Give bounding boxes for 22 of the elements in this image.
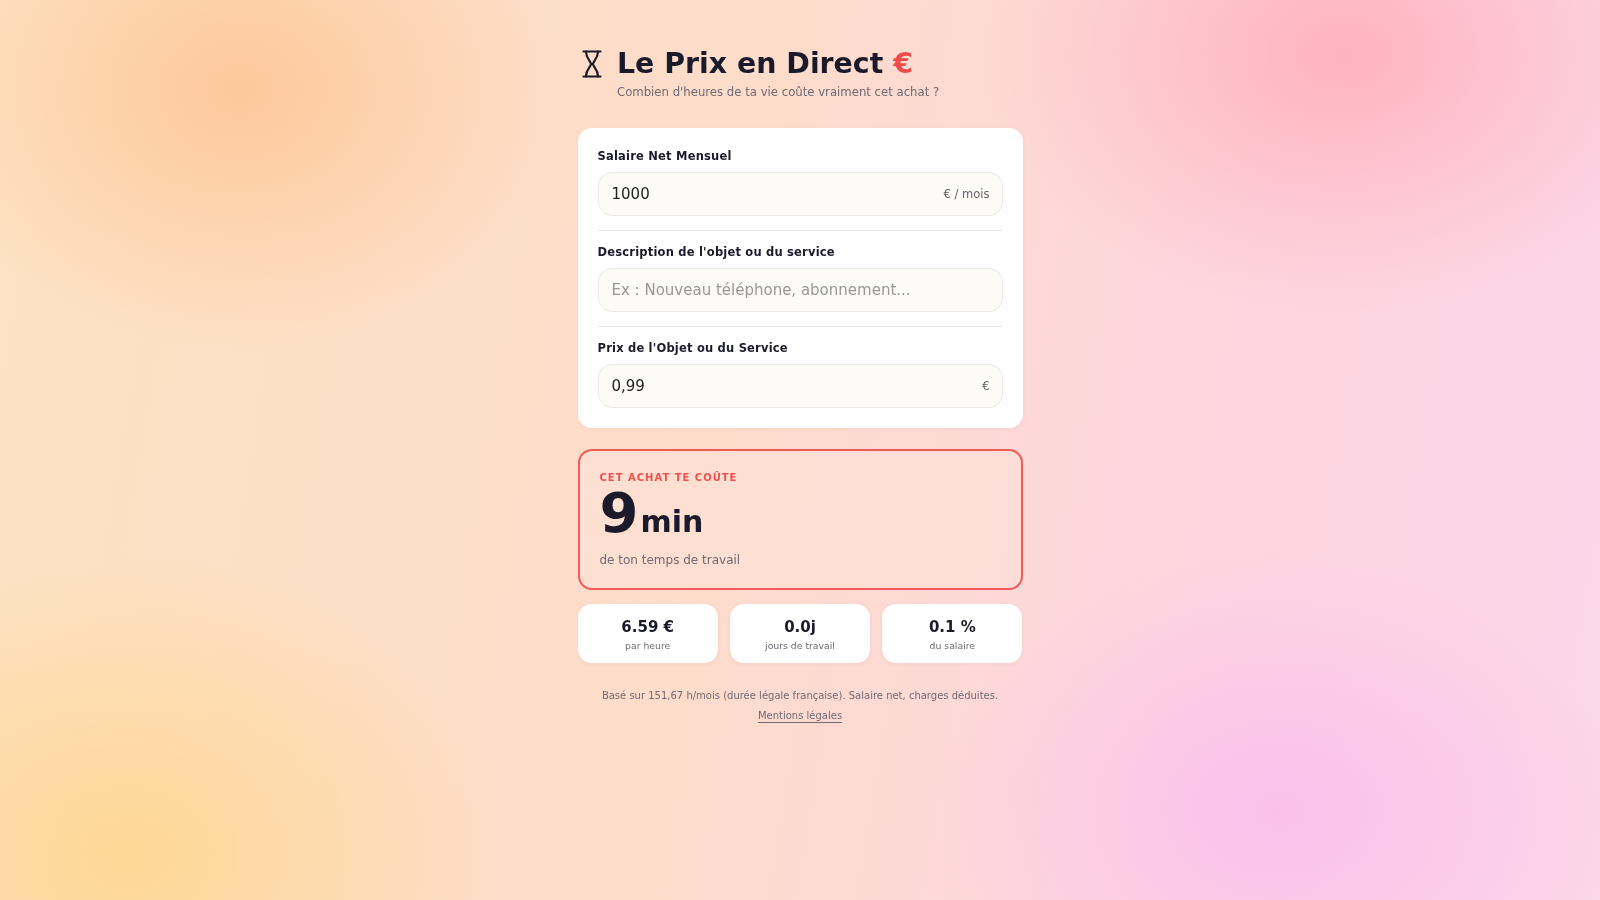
- input-field[interactable]: Ex : Nouveau téléphone, abonnement...: [597, 268, 1003, 312]
- stat-label: jours de travail: [765, 638, 835, 652]
- stat-label: par heure: [625, 638, 671, 652]
- unit-text: € / mois: [943, 187, 990, 201]
- legal-link[interactable]: Mentions légales: [757, 709, 843, 723]
- hourglass-icon: [582, 50, 602, 78]
- stat-value: 0.0j: [784, 617, 816, 637]
- app-title: Le Prix en Direct: [617, 47, 884, 81]
- unit-text: €: [982, 379, 990, 393]
- field-label: Prix de l'Objet ou du Service: [597, 340, 789, 356]
- result-heading: CET ACHAT TE COÛTE: [599, 471, 739, 485]
- subtitle: Combien d'heures de ta vie coûte vraiment cet achat ?: [617, 85, 940, 100]
- time-unit: min: [640, 507, 704, 537]
- footer-note: Basé sur 151,67 h/mois (durée légale française). Salaire net, charges déduites.: [601, 689, 999, 703]
- title-accent: €: [893, 47, 914, 81]
- result-caption: de ton temps de travail: [599, 552, 742, 569]
- field-label: Description de l'objet ou du service: [597, 244, 836, 260]
- stat-value: 6.59 €: [621, 617, 674, 637]
- stat-value: 0.1 %: [928, 617, 976, 637]
- time-amount: 9: [599, 485, 639, 541]
- field-label: Salaire Net Mensuel: [597, 148, 733, 164]
- stat-label: du salaire: [929, 638, 976, 652]
